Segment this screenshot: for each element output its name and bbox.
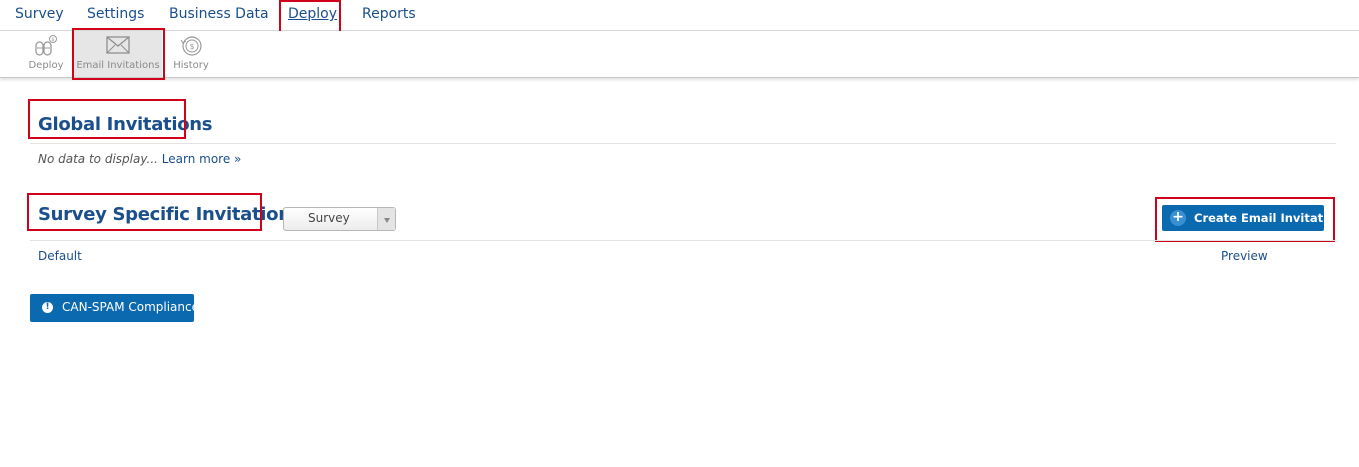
highlight-box — [279, 0, 341, 33]
preview-link[interactable]: Preview — [1221, 249, 1268, 263]
highlight-box — [27, 193, 262, 231]
toolbar-history[interactable]: $ History — [170, 31, 212, 77]
divider — [30, 240, 1336, 241]
top-nav: Survey Settings Business Data Deploy Rep… — [0, 0, 1359, 31]
nav-settings[interactable]: Settings — [87, 6, 144, 22]
toolbar-deploy-label: Deploy — [28, 60, 64, 71]
info-exclamation-icon: ! — [42, 302, 53, 313]
no-data-text: No data to display... — [38, 152, 158, 166]
highlight-box — [72, 28, 165, 80]
learn-more-link[interactable]: Learn more » — [162, 152, 242, 166]
svg-text:$: $ — [190, 42, 195, 51]
can-spam-compliance-button[interactable]: ! CAN-SPAM Compliance — [30, 294, 199, 322]
survey-filter-value: Survey — [308, 211, 350, 225]
dropdown-toggle[interactable] — [377, 208, 395, 230]
invitation-default-link[interactable]: Default — [38, 249, 82, 263]
can-spam-compliance-label: CAN-SPAM Compliance — [62, 300, 199, 314]
history-icon: $ — [178, 34, 204, 62]
toolbar-history-label: History — [173, 60, 209, 71]
nav-reports[interactable]: Reports — [362, 6, 416, 22]
sub-toolbar: $ Deploy Email Invitations $ History — [0, 31, 1359, 78]
svg-text:$: $ — [51, 37, 54, 43]
divider — [30, 143, 1336, 144]
chevron-down-icon — [384, 218, 390, 223]
highlight-box — [28, 99, 186, 139]
no-data-message: No data to display... Learn more » — [38, 152, 241, 166]
toolbar-deploy[interactable]: $ Deploy — [24, 31, 68, 77]
highlight-box — [1155, 197, 1335, 242]
nav-business-data[interactable]: Business Data — [169, 6, 269, 22]
deploy-icon: $ — [33, 34, 59, 62]
nav-survey[interactable]: Survey — [15, 6, 64, 22]
survey-filter-select[interactable]: Survey — [283, 207, 396, 231]
